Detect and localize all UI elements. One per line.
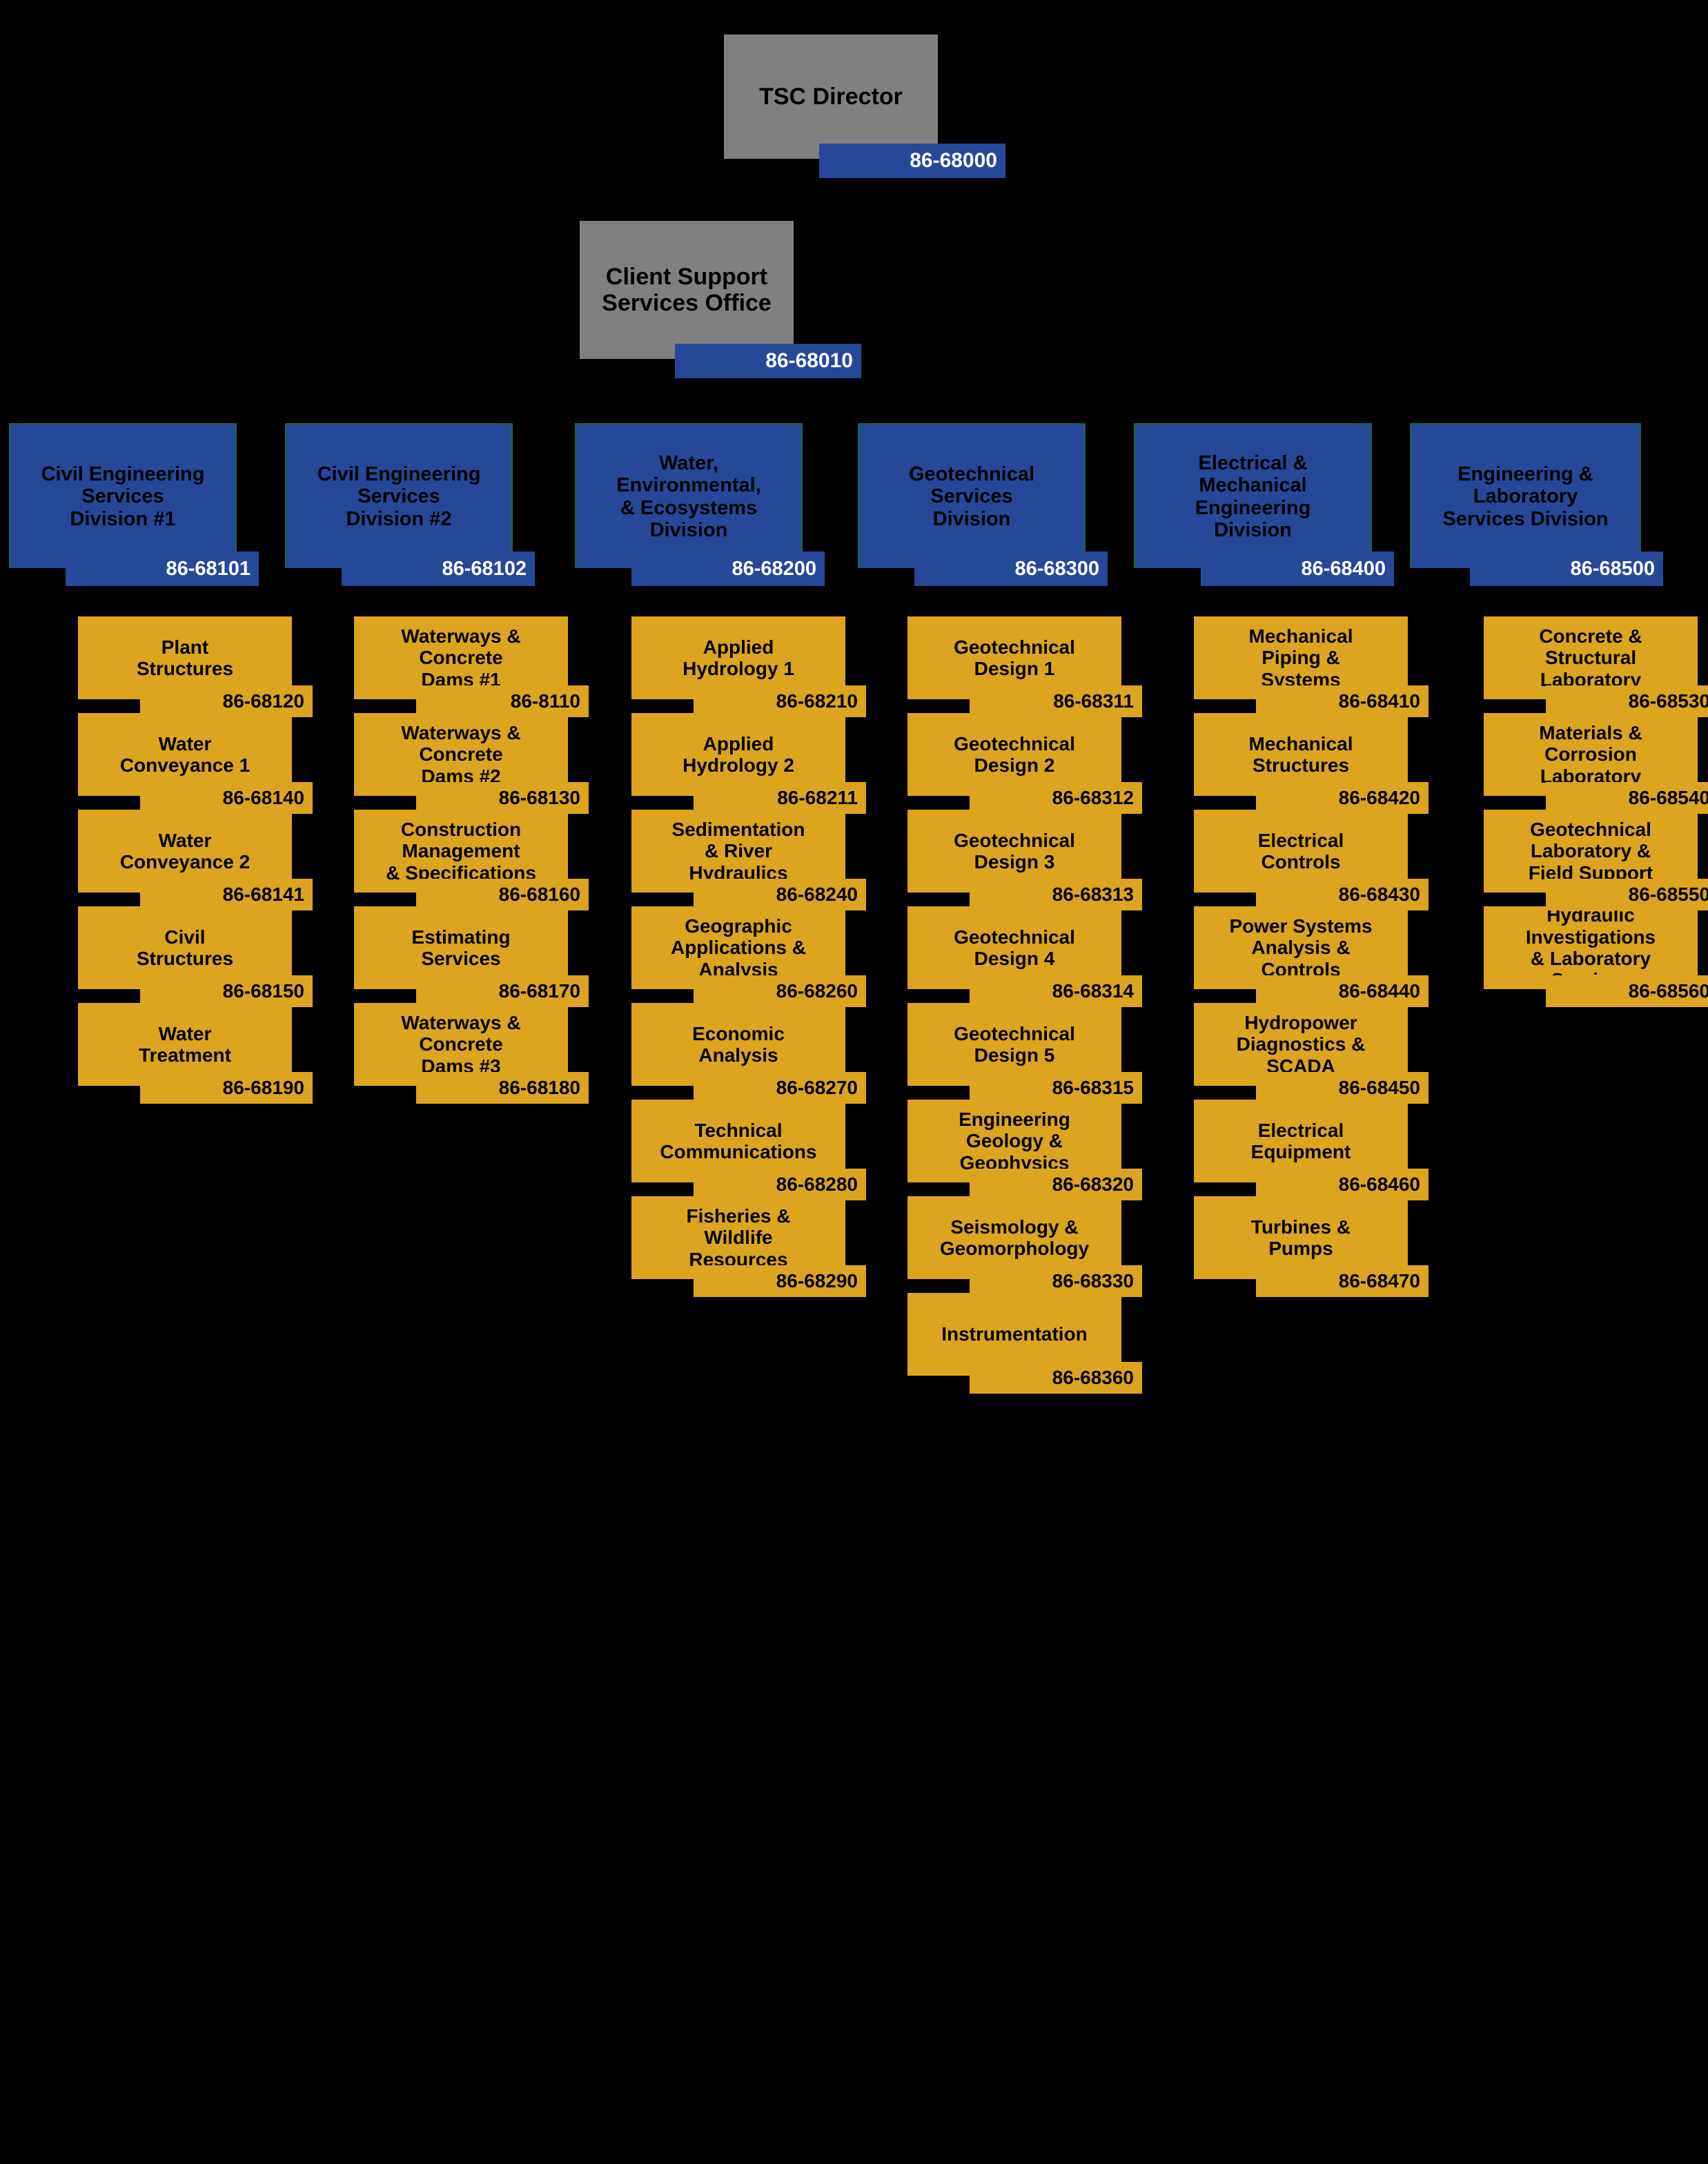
unit-electrical-controls[interactable]: Electrical Controls 86-68430 — [1194, 810, 1429, 910]
division-engineering-laboratory-services-division-code: 86-68500 — [1470, 552, 1663, 586]
division-engineering-laboratory-services-division-label: Engineering & Laboratory Services Division — [1410, 423, 1641, 568]
unit-applied-hydrology-1-code: 86-68210 — [694, 685, 866, 717]
unit-water-conveyance-1-code: 86-68140 — [140, 782, 313, 814]
unit-instrumentation-code: 86-68360 — [970, 1362, 1142, 1394]
unit-construction-management-specifications-code: 86-68160 — [416, 879, 589, 910]
executive-tsc-director-label: TSC Director — [724, 35, 938, 159]
unit-geotechnical-design-1[interactable]: Geotechnical Design 1 86-68311 — [907, 616, 1142, 717]
unit-waterways-concrete-dams-3[interactable]: Waterways & Concrete Dams #3 86-68180 — [354, 1003, 589, 1104]
executive-client-support-services-office-label: Client Support Services Office — [580, 221, 794, 359]
unit-turbines-pumps[interactable]: Turbines & Pumps 86-68470 — [1194, 1196, 1429, 1297]
division-civil-engineering-services-division-1[interactable]: Civil Engineering Services Division #1 86-6… — [9, 423, 259, 586]
unit-waterways-concrete-dams-2[interactable]: Waterways & Concrete Dams #2 86-68130 — [354, 713, 589, 814]
unit-electrical-controls-code: 86-68430 — [1256, 879, 1429, 910]
unit-waterways-concrete-dams-3-code: 86-68180 — [416, 1072, 589, 1104]
unit-mechanical-piping-systems-code: 86-68410 — [1256, 685, 1429, 717]
unit-water-treatment[interactable]: Water Treatment 86-68190 — [78, 1003, 313, 1104]
unit-applied-hydrology-2-code: 86-68211 — [694, 782, 866, 814]
unit-estimating-services[interactable]: Estimating Services 86-68170 — [354, 906, 589, 1007]
unit-geotechnical-design-3-code: 86-68313 — [970, 879, 1142, 910]
unit-geotechnical-design-4[interactable]: Geotechnical Design 4 86-68314 — [907, 906, 1142, 1007]
division-electrical-mechanical-engineering-division-label: Electrical & Mechanical Engineering Divisio… — [1134, 423, 1372, 568]
unit-estimating-services-code: 86-68170 — [416, 975, 589, 1007]
unit-geotechnical-design-2-code: 86-68312 — [970, 782, 1142, 814]
unit-engineering-geology-geophysics-code: 86-68320 — [970, 1169, 1142, 1200]
unit-sedimentation-river-hydraulics[interactable]: Sedimentation & River Hydraulics 86-68240 — [631, 810, 866, 910]
unit-civil-structures[interactable]: Civil Structures 86-68150 — [78, 906, 313, 1007]
unit-mechanical-structures[interactable]: Mechanical Structures 86-68420 — [1194, 713, 1429, 814]
unit-applied-hydrology-2[interactable]: Applied Hydrology 2 86-68211 — [631, 713, 866, 814]
executive-client-support-services-office-code: 86-68010 — [675, 344, 861, 378]
unit-geotechnical-laboratory-field-support[interactable]: Geotechnical Laboratory & Field Support 86-… — [1484, 810, 1708, 910]
unit-geotechnical-design-3[interactable]: Geotechnical Design 3 86-68313 — [907, 810, 1142, 910]
unit-water-conveyance-1[interactable]: Water Conveyance 1 86-68140 — [78, 713, 313, 814]
unit-materials-corrosion-laboratory[interactable]: Materials & Corrosion Laboratory 86-68540 — [1484, 713, 1708, 814]
unit-mechanical-structures-code: 86-68420 — [1256, 782, 1429, 814]
unit-geotechnical-design-1-code: 86-68311 — [970, 685, 1142, 717]
unit-hydropower-diagnostics-scada-code: 86-68450 — [1256, 1072, 1429, 1104]
unit-water-conveyance-2[interactable]: Water Conveyance 2 86-68141 — [78, 810, 313, 910]
unit-power-systems-analysis-controls[interactable]: Power Systems Analysis & Controls 86-68440 — [1194, 906, 1429, 1007]
division-water-environmental-ecosystems-division-code: 86-68200 — [631, 552, 825, 586]
division-geotechnical-services-division[interactable]: Geotechnical Services Division 86-68300 — [858, 423, 1108, 586]
division-electrical-mechanical-engineering-division[interactable]: Electrical & Mechanical Engineering Divisio… — [1134, 423, 1394, 586]
unit-fisheries-wildlife-resources-code: 86-68290 — [694, 1265, 866, 1297]
division-civil-engineering-services-division-1-label: Civil Engineering Services Division #1 — [9, 423, 237, 568]
unit-geotechnical-design-5[interactable]: Geotechnical Design 5 86-68315 — [907, 1003, 1142, 1104]
unit-hydraulic-investigations-laboratory-services-code: 86-68560 — [1546, 975, 1708, 1007]
division-civil-engineering-services-division-2[interactable]: Civil Engineering Services Division #2 86-6… — [285, 423, 535, 586]
unit-economic-analysis-code: 86-68270 — [694, 1072, 866, 1104]
unit-waterways-concrete-dams-1[interactable]: Waterways & Concrete Dams #1 86-8110 — [354, 616, 589, 717]
executive-tsc-director[interactable]: TSC Director 86-68000 — [724, 35, 1005, 178]
unit-seismology-geomorphology-code: 86-68330 — [970, 1265, 1142, 1297]
unit-turbines-pumps-code: 86-68470 — [1256, 1265, 1429, 1297]
unit-civil-structures-code: 86-68150 — [140, 975, 313, 1007]
division-water-environmental-ecosystems-division-label: Water, Environmental, & Ecosystems Division — [575, 423, 803, 568]
division-civil-engineering-services-division-1-code: 86-68101 — [66, 552, 259, 586]
unit-electrical-equipment[interactable]: Electrical Equipment 86-68460 — [1194, 1100, 1429, 1200]
unit-water-conveyance-2-code: 86-68141 — [140, 879, 313, 910]
unit-electrical-equipment-code: 86-68460 — [1256, 1169, 1429, 1200]
unit-waterways-concrete-dams-1-code: 86-8110 — [416, 685, 589, 717]
division-electrical-mechanical-engineering-division-code: 86-68400 — [1201, 552, 1394, 586]
division-geotechnical-services-division-label: Geotechnical Services Division — [858, 423, 1086, 568]
unit-water-treatment-code: 86-68190 — [140, 1072, 313, 1104]
division-geotechnical-services-division-code: 86-68300 — [914, 552, 1108, 586]
unit-waterways-concrete-dams-2-code: 86-68130 — [416, 782, 589, 814]
unit-geographic-applications-analysis-code: 86-68260 — [694, 975, 866, 1007]
unit-technical-communications-code: 86-68280 — [694, 1169, 866, 1200]
unit-seismology-geomorphology[interactable]: Seismology & Geomorphology 86-68330 — [907, 1196, 1142, 1297]
division-water-environmental-ecosystems-division[interactable]: Water, Environmental, & Ecosystems Division… — [575, 423, 825, 586]
unit-geotechnical-design-2[interactable]: Geotechnical Design 2 86-68312 — [907, 713, 1142, 814]
unit-geotechnical-laboratory-field-support-code: 86-68550 — [1546, 879, 1708, 910]
org-chart-canvas: TSC Director 86-68000 Client Support Servic… — [0, 0, 1708, 2164]
unit-concrete-structural-laboratory[interactable]: Concrete & Structural Laboratory 86-68530 — [1484, 616, 1708, 717]
unit-hydraulic-investigations-laboratory-services[interactable]: HydraulicInvestigations& LaboratoryServi… — [1484, 904, 1708, 1007]
unit-geotechnical-design-5-code: 86-68315 — [970, 1072, 1142, 1104]
division-civil-engineering-services-division-2-label: Civil Engineering Services Division #2 — [285, 423, 513, 568]
unit-geotechnical-design-4-code: 86-68314 — [970, 975, 1142, 1007]
unit-hydropower-diagnostics-scada[interactable]: Hydropower Diagnostics & SCADA 86-68450 — [1194, 1003, 1429, 1104]
unit-applied-hydrology-1[interactable]: Applied Hydrology 1 86-68210 — [631, 616, 866, 717]
unit-materials-corrosion-laboratory-code: 86-68540 — [1546, 782, 1708, 814]
unit-geographic-applications-analysis[interactable]: Geographic Applications & Analysis 86-68260 — [631, 906, 866, 1007]
division-civil-engineering-services-division-2-code: 86-68102 — [342, 552, 535, 586]
division-engineering-laboratory-services-division[interactable]: Engineering & Laboratory Services Division… — [1410, 423, 1663, 586]
unit-construction-management-specifications[interactable]: Construction Management & Specifications 86… — [354, 810, 589, 910]
unit-mechanical-piping-systems[interactable]: Mechanical Piping & Systems 86-68410 — [1194, 616, 1429, 717]
unit-economic-analysis[interactable]: Economic Analysis 86-68270 — [631, 1003, 866, 1104]
unit-concrete-structural-laboratory-code: 86-68530 — [1546, 685, 1708, 717]
unit-fisheries-wildlife-resources[interactable]: Fisheries & Wildlife Resources 86-68290 — [631, 1196, 866, 1297]
executive-tsc-director-code: 86-68000 — [819, 144, 1005, 178]
unit-plant-structures-code: 86-68120 — [140, 685, 313, 717]
unit-technical-communications[interactable]: Technical Communications 86-68280 — [631, 1100, 866, 1200]
unit-sedimentation-river-hydraulics-code: 86-68240 — [694, 879, 866, 910]
executive-client-support-services-office[interactable]: Client Support Services Office 86-68010 — [580, 221, 861, 378]
unit-instrumentation[interactable]: Instrumentation 86-68360 — [907, 1293, 1142, 1394]
unit-power-systems-analysis-controls-code: 86-68440 — [1256, 975, 1429, 1007]
unit-plant-structures[interactable]: Plant Structures 86-68120 — [78, 616, 313, 717]
unit-engineering-geology-geophysics[interactable]: Engineering Geology & Geophysics 86-68320 — [907, 1100, 1142, 1200]
